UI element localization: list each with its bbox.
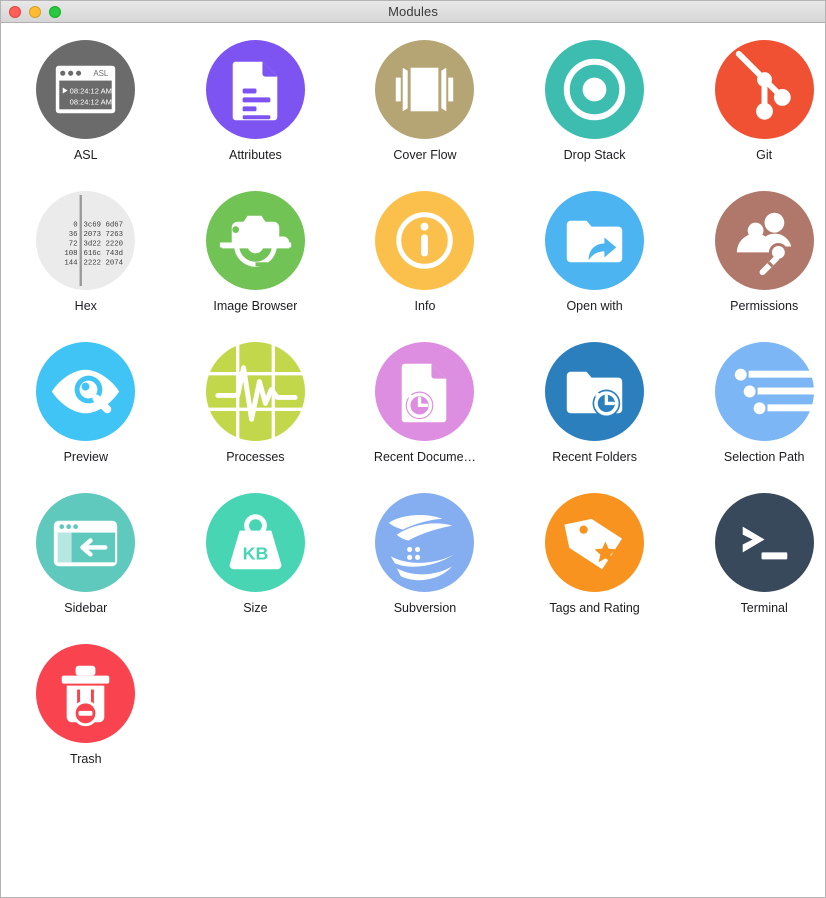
modules-grid: ASL 08:24:12 AM 08:24:12 AM ASL Attributes Co… [1, 40, 825, 795]
module-label: Drop Stack [563, 149, 626, 162]
subversion-globe-icon [375, 493, 475, 592]
module-item-sidebar[interactable]: Sidebar [1, 493, 171, 644]
svg-text:108: 108 [65, 250, 78, 258]
title-bar[interactable]: Modules [1, 1, 825, 23]
module-item-attributes[interactable]: Attributes [171, 40, 341, 191]
module-label: Permissions [730, 300, 799, 313]
module-label: Processes [226, 451, 285, 464]
module-item-selection-path[interactable]: Selection Path [679, 342, 825, 493]
module-item-processes[interactable]: Processes [171, 342, 341, 493]
selection-path-icon [714, 342, 814, 441]
svg-text:616c 743d: 616c 743d [84, 250, 123, 258]
users-key-icon [714, 191, 814, 290]
svg-text:08:24:12 AM: 08:24:12 AM [70, 86, 112, 95]
module-label: Image Browser [213, 300, 298, 313]
module-item-image-browser[interactable]: Image Browser [171, 191, 341, 342]
module-label: Recent Docume… [373, 451, 477, 464]
svg-text:2222 2074: 2222 2074 [84, 260, 124, 268]
svg-text:3c69 6d67: 3c69 6d67 [84, 222, 123, 230]
pulse-grid-icon [205, 342, 305, 441]
git-branch-icon [714, 40, 814, 139]
tag-star-icon [545, 493, 645, 592]
module-label: Tags and Rating [549, 602, 640, 615]
svg-text:72: 72 [69, 241, 78, 249]
module-item-trash[interactable]: Trash [1, 644, 171, 795]
module-label: Open with [566, 300, 623, 313]
asl-icon: ASL 08:24:12 AM 08:24:12 AM [36, 40, 136, 139]
terminal-prompt-icon [714, 493, 814, 592]
folder-clock-icon [545, 342, 645, 441]
module-item-asl[interactable]: ASL 08:24:12 AM 08:24:12 AM ASL [1, 40, 171, 191]
close-button[interactable] [9, 5, 21, 18]
module-item-tags-and-rating[interactable]: Tags and Rating [510, 493, 680, 644]
camera-icon [205, 191, 305, 290]
svg-text:3d22 2220: 3d22 2220 [84, 241, 123, 249]
module-item-cover-flow[interactable]: Cover Flow [340, 40, 510, 191]
module-item-git[interactable]: Git [679, 40, 825, 191]
info-circle-icon [375, 191, 475, 290]
svg-text:144: 144 [65, 260, 79, 268]
minimize-button[interactable] [29, 5, 41, 18]
module-item-recent-folders[interactable]: Recent Folders [510, 342, 680, 493]
window-controls [9, 5, 61, 18]
module-label: Terminal [740, 602, 788, 615]
hex-dump-icon: 0 3c69 6d67 36 2073 7263 72 3d22 2220 108 616c … [36, 191, 136, 290]
module-item-open-with[interactable]: Open with [510, 191, 680, 342]
module-label: Preview [63, 451, 109, 464]
weight-kb-icon: KB [205, 493, 305, 592]
module-item-hex[interactable]: 0 3c69 6d67 36 2073 7263 72 3d22 2220 108 616c … [1, 191, 171, 342]
module-item-recent-documents[interactable]: Recent Docume… [340, 342, 510, 493]
module-item-subversion[interactable]: Subversion [340, 493, 510, 644]
svg-text:08:24:12 AM: 08:24:12 AM [70, 97, 112, 106]
folder-arrow-icon [545, 191, 645, 290]
module-label: Cover Flow [393, 149, 457, 162]
modules-content: ASL 08:24:12 AM 08:24:12 AM ASL Attributes Co… [1, 23, 825, 897]
module-label: Sidebar [64, 602, 108, 615]
module-item-info[interactable]: Info [340, 191, 510, 342]
document-clock-icon [375, 342, 475, 441]
module-label: Trash [70, 753, 102, 766]
module-label: Selection Path [723, 451, 805, 464]
module-label: Subversion [393, 602, 457, 615]
maximize-button[interactable] [49, 5, 61, 18]
module-label: Attributes [228, 149, 282, 162]
module-item-drop-stack[interactable]: Drop Stack [510, 40, 680, 191]
module-item-terminal[interactable]: Terminal [679, 493, 825, 644]
module-item-preview[interactable]: Preview [1, 342, 171, 493]
module-label: Recent Folders [552, 451, 637, 464]
modules-window: Modules ASL 08:24:12 AM 08:24:12 AM ASL Attr… [0, 0, 826, 898]
module-item-size[interactable]: KB Size [171, 493, 341, 644]
module-label: Info [414, 300, 436, 313]
eye-magnifier-icon [36, 342, 136, 441]
concentric-rings-icon [545, 40, 645, 139]
module-label: Hex [74, 300, 97, 313]
cover-flow-icon [375, 40, 475, 139]
svg-text:2073 7263: 2073 7263 [84, 231, 123, 239]
module-label: Size [243, 602, 268, 615]
module-item-permissions[interactable]: Permissions [679, 191, 825, 342]
module-label: ASL [73, 149, 98, 162]
svg-text:KB: KB [243, 543, 269, 563]
module-label: Git [756, 149, 773, 162]
svg-text:36: 36 [69, 231, 78, 239]
svg-text:0: 0 [73, 222, 77, 230]
sidebar-arrow-icon [36, 493, 136, 592]
document-lines-icon [205, 40, 305, 139]
trash-minus-icon [36, 644, 136, 743]
window-title: Modules [388, 4, 438, 19]
svg-text:ASL: ASL [94, 69, 110, 78]
